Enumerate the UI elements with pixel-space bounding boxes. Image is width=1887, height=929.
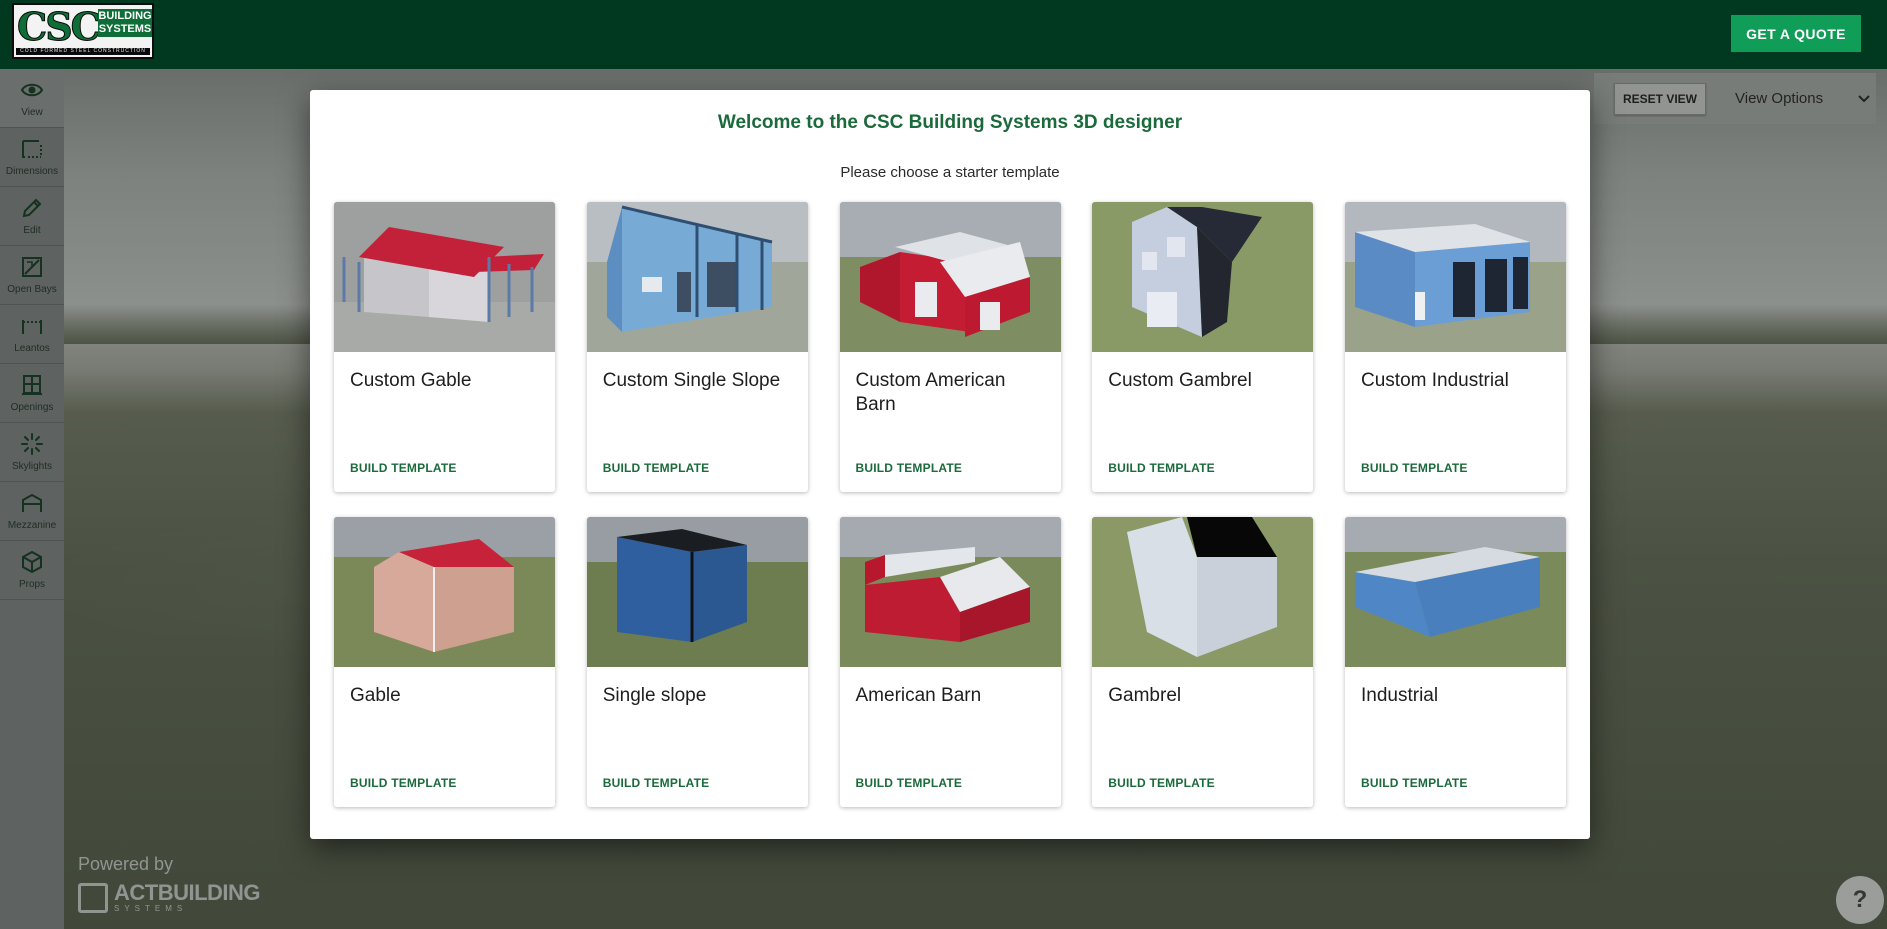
template-chooser-dialog: Welcome to the CSC Building Systems 3D d… [310,90,1590,839]
template-name: Gambrel [1108,685,1182,706]
tool-sidebar: View Dimensions Edit Open Bays Leantos O… [0,69,64,929]
template-name: Custom Industrial [1361,370,1509,391]
open-bay-icon [19,254,45,280]
build-template-button[interactable]: BUILD TEMPLATE [603,461,710,475]
sidebar-item-label: Props [18,579,46,590]
template-name: Custom American Barn [855,370,1006,415]
logo-tagline: COLD FORMED STEEL CONSTRUCTION [16,48,150,55]
template-name: American Barn [855,685,982,706]
cube-icon [19,549,45,575]
sidebar-item-label: Open Bays [7,284,57,295]
csc-logo[interactable]: CSC BUILDING SYSTEMS COLD FORMED STEEL C… [12,3,154,59]
sidebar-item-label: Skylights [11,461,52,472]
template-name: Gable [350,685,401,706]
logo-building-text: BUILDING SYSTEMS [98,9,152,37]
build-template-button[interactable]: BUILD TEMPLATE [350,776,457,790]
sidebar-item-open-bays[interactable]: Open Bays [0,246,64,305]
sidebar-item-label: View [21,107,43,118]
leanto-icon [19,313,45,339]
template-thumbnail [586,202,808,352]
sidebar-item-label: Leantos [14,343,50,354]
build-template-button[interactable]: BUILD TEMPLATE [350,461,457,475]
sidebar-item-props[interactable]: Props [0,541,64,600]
template-card-custom-gambrel[interactable]: Custom Gambrel BUILD TEMPLATE [1092,202,1314,492]
template-thumbnail [839,202,1061,352]
template-name: Custom Gambrel [1108,370,1252,391]
get-a-quote-button[interactable]: GET A QUOTE [1731,15,1861,52]
build-template-button[interactable]: BUILD TEMPLATE [1108,461,1215,475]
build-template-button[interactable]: BUILD TEMPLATE [1361,461,1468,475]
template-thumbnail [1345,202,1566,352]
sidebar-item-leantos[interactable]: Leantos [0,305,64,364]
template-thumbnail [586,517,808,667]
window-icon [19,372,45,398]
top-header: CSC BUILDING SYSTEMS COLD FORMED STEEL C… [0,0,1887,69]
build-template-button[interactable]: BUILD TEMPLATE [603,776,710,790]
sidebar-item-label: Dimensions [5,166,59,177]
build-template-button[interactable]: BUILD TEMPLATE [856,461,963,475]
template-thumbnail [334,517,555,667]
sidebar-item-label: Openings [10,402,54,413]
sidebar-item-dimensions[interactable]: Dimensions [0,128,64,187]
build-template-button[interactable]: BUILD TEMPLATE [1361,776,1468,790]
sidebar-item-skylights[interactable]: Skylights [0,423,64,482]
sidebar-item-label: Mezzanine [7,520,57,531]
skylight-icon [19,431,45,457]
template-card-custom-gable[interactable]: Custom Gable BUILD TEMPLATE [334,202,555,492]
dimensions-icon [19,136,45,162]
template-name: Custom Single Slope [602,370,781,391]
template-name: Single slope [602,685,707,706]
template-thumbnail [839,517,1061,667]
template-name: Custom Gable [350,370,472,391]
template-card-custom-industrial[interactable]: Custom Industrial BUILD TEMPLATE [1345,202,1566,492]
template-thumbnail [334,202,555,352]
template-card-custom-single-slope[interactable]: Custom Single Slope BUILD TEMPLATE [586,202,808,492]
template-card-gambrel[interactable]: Gambrel BUILD TEMPLATE [1092,517,1314,807]
dialog-title: Welcome to the CSC Building Systems 3D d… [717,112,1183,133]
template-card-american-barn[interactable]: American Barn BUILD TEMPLATE [839,517,1061,807]
mezzanine-icon [19,490,45,516]
template-card-gable[interactable]: Gable BUILD TEMPLATE [334,517,555,807]
sidebar-item-view[interactable]: View [0,69,64,128]
sidebar-item-label: Edit [23,225,41,236]
dialog-subtitle: Please choose a starter template [840,164,1060,181]
template-card-custom-american-barn[interactable]: Custom American Barn BUILD TEMPLATE [839,202,1061,492]
template-name: Industrial [1361,685,1439,706]
template-thumbnail [1092,202,1314,352]
template-thumbnail [1345,517,1566,667]
sidebar-item-openings[interactable]: Openings [0,364,64,423]
pencil-icon [19,195,45,221]
template-thumbnail [1092,517,1314,667]
sidebar-item-edit[interactable]: Edit [0,187,64,246]
build-template-button[interactable]: BUILD TEMPLATE [1108,776,1215,790]
sidebar-item-mezzanine[interactable]: Mezzanine [0,482,64,541]
template-grid: Custom Gable BUILD TEMPLATE Custom Singl… [334,202,1566,807]
template-card-industrial[interactable]: Industrial BUILD TEMPLATE [1345,517,1566,807]
build-template-button[interactable]: BUILD TEMPLATE [856,776,963,790]
eye-icon [19,77,45,103]
template-card-single-slope[interactable]: Single slope BUILD TEMPLATE [586,517,808,807]
logo-csc-text: CSC [17,4,102,49]
